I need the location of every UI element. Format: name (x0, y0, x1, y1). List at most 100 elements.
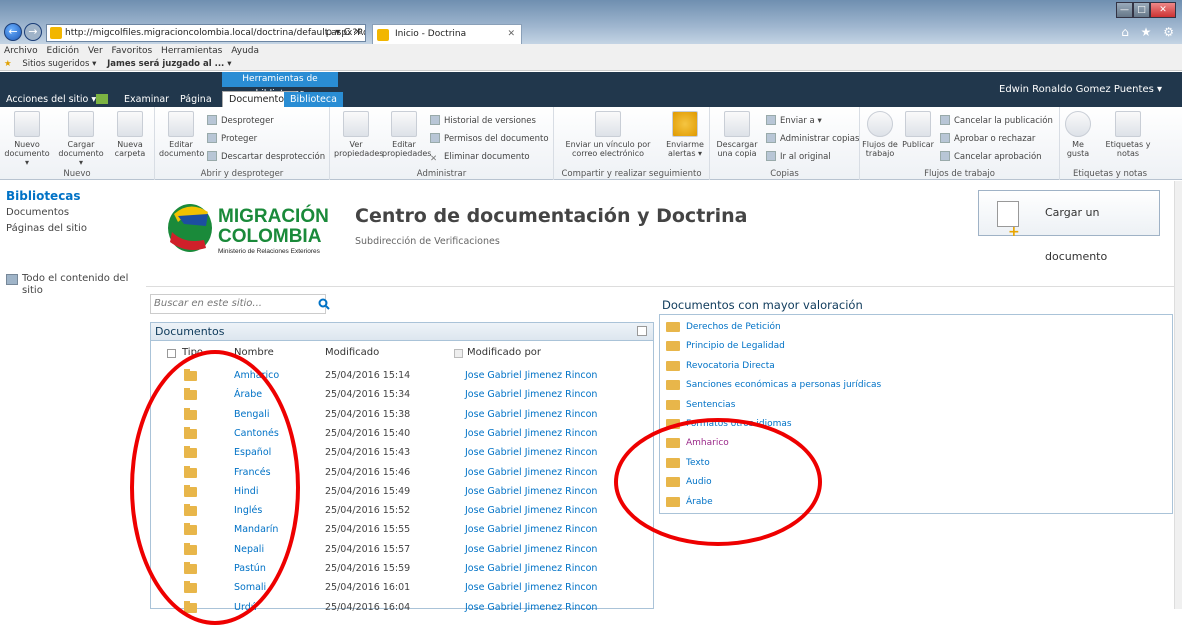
favorite-james[interactable]: James será juzgado al ... ▾ (107, 59, 231, 69)
tab-pagina[interactable]: Página (180, 92, 212, 107)
list-item[interactable]: Revocatoria Directa (666, 357, 775, 375)
menu-edicion[interactable]: Edición (47, 46, 80, 56)
col-tipo[interactable]: Tipo (182, 347, 203, 358)
row-modified-by[interactable]: Jose Gabriel Jimenez Rincon (465, 563, 597, 574)
nav-paginas-sitio[interactable]: Páginas del sitio (6, 223, 87, 234)
row-name[interactable]: Árabe (234, 389, 262, 400)
webpart-select-checkbox[interactable] (637, 326, 647, 336)
tab-close-icon[interactable]: ✕ (507, 25, 515, 44)
row-name[interactable]: Francés (234, 467, 271, 478)
historial-versiones-button[interactable]: Historial de versiones (430, 115, 536, 127)
tab-biblioteca[interactable]: Biblioteca (284, 92, 343, 107)
select-all-checkbox[interactable] (167, 349, 176, 358)
table-row[interactable]: Francés 25/04/2016 15:46 Jose Gabriel Jime… (151, 464, 653, 483)
forward-button[interactable]: → (24, 23, 42, 41)
table-row[interactable]: Mandarín 25/04/2016 15:55 Jose Gabriel Jim… (151, 521, 653, 540)
ir-original-button[interactable]: Ir al original (766, 151, 831, 163)
row-name[interactable]: Bengali (234, 409, 270, 420)
list-item[interactable]: Sentencias (666, 396, 735, 414)
row-name[interactable]: Urdú (234, 602, 257, 613)
maximize-button[interactable]: □ (1133, 2, 1150, 18)
list-item[interactable]: Texto (666, 454, 710, 472)
favorites-star-icon[interactable]: ★ (4, 59, 12, 69)
flujos-trabajo-button[interactable]: Flujos de trabajo (862, 111, 898, 158)
list-item[interactable]: Amharico (666, 434, 729, 452)
menu-ayuda[interactable]: Ayuda (231, 46, 259, 56)
menu-archivo[interactable]: Archivo (4, 46, 38, 56)
ver-propiedades-button[interactable]: Ver propiedades (334, 111, 383, 158)
row-modified-by[interactable]: Jose Gabriel Jimenez Rincon (465, 544, 597, 555)
cargar-documento-button[interactable]: Cargar documento ▾ (56, 111, 106, 167)
cancelar-publicacion-button[interactable]: Cancelar la publicación (940, 115, 1053, 127)
descargar-copia-button[interactable]: Descargar una copia (712, 111, 762, 158)
cancelar-aprobacion-button[interactable]: Cancelar aprobación (940, 151, 1042, 163)
close-button[interactable]: ✕ (1150, 2, 1176, 18)
table-row[interactable]: Inglés 25/04/2016 15:52 Jose Gabriel Jimen… (151, 502, 653, 521)
address-controls[interactable]: ρ ▾ C ✕ (326, 25, 362, 41)
row-name[interactable]: Somali (234, 582, 266, 593)
row-modified-by[interactable]: Jose Gabriel Jimenez Rincon (465, 370, 597, 381)
desproteger-button[interactable]: Desproteger (207, 115, 274, 127)
table-row[interactable]: Somali 25/04/2016 16:01 Jose Gabriel Jimen… (151, 579, 653, 598)
col-modificado[interactable]: Modificado (325, 347, 379, 358)
list-item[interactable]: Sanciones económicas a personas jurídica… (666, 376, 881, 394)
row-name[interactable]: Inglés (234, 505, 262, 516)
row-name[interactable]: Amharico (234, 370, 279, 381)
search-input[interactable]: Buscar en este sitio... (150, 294, 326, 314)
me-gusta-button[interactable]: Me gusta (1060, 111, 1096, 158)
row-modified-by[interactable]: Jose Gabriel Jimenez Rincon (465, 602, 597, 613)
row-modified-by[interactable]: Jose Gabriel Jimenez Rincon (465, 505, 597, 516)
search-icon[interactable] (318, 298, 330, 310)
cargar-documento-button-main[interactable]: Cargar un documento (978, 190, 1160, 263)
proteger-button[interactable]: Proteger (207, 133, 257, 145)
table-row[interactable]: Bengali 25/04/2016 15:38 Jose Gabriel Jime… (151, 406, 653, 425)
favorite-sitios-sugeridos[interactable]: Sitios sugeridos ▾ (22, 59, 96, 69)
row-modified-by[interactable]: Jose Gabriel Jimenez Rincon (465, 409, 597, 420)
editar-propiedades-button[interactable]: Editar propiedades (382, 111, 431, 158)
row-name[interactable]: Hindi (234, 486, 258, 497)
page-scrollbar[interactable] (1174, 181, 1182, 609)
enviar-vinculo-button[interactable]: Enviar un vínculo por correo electrónico (556, 111, 660, 158)
list-item[interactable]: Árabe (666, 493, 713, 511)
table-row[interactable]: Amharico 25/04/2016 15:14 Jose Gabriel Jim… (151, 367, 653, 386)
nueva-carpeta-button[interactable]: Nueva carpeta (110, 111, 150, 158)
minimize-button[interactable]: — (1116, 2, 1133, 18)
administrar-copias-button[interactable]: Administrar copias (766, 133, 859, 145)
permisos-documento-button[interactable]: Permisos del documento (430, 133, 549, 145)
row-modified-by[interactable]: Jose Gabriel Jimenez Rincon (465, 582, 597, 593)
list-item[interactable]: Audio (666, 473, 712, 491)
menu-favoritos[interactable]: Favoritos (112, 46, 153, 56)
row-modified-by[interactable]: Jose Gabriel Jimenez Rincon (465, 447, 597, 458)
table-row[interactable]: Árabe 25/04/2016 15:34 Jose Gabriel Jimene… (151, 386, 653, 405)
navigate-up-icon[interactable] (96, 94, 108, 104)
nav-documentos[interactable]: Documentos (6, 207, 69, 218)
descartar-desproteccion-button[interactable]: Descartar desprotección (207, 151, 325, 163)
row-name[interactable]: Pastún (234, 563, 266, 574)
back-button[interactable]: ← (4, 23, 22, 41)
row-name[interactable]: Cantonés (234, 428, 279, 439)
list-item[interactable]: Principio de Legalidad (666, 337, 785, 355)
col-modificado-por[interactable]: Modificado por (467, 347, 541, 358)
publicar-button[interactable]: Publicar (900, 111, 936, 149)
table-row[interactable]: Nepali 25/04/2016 15:57 Jose Gabriel Jimen… (151, 541, 653, 560)
browser-tab[interactable]: Inicio - Doctrina ✕ (372, 24, 522, 44)
row-name[interactable]: Mandarín (234, 524, 278, 535)
enviarme-alertas-button[interactable]: Enviarme alertas ▾ (662, 111, 708, 158)
nav-todo-contenido[interactable]: Todo el contenido del sitio (6, 273, 132, 297)
aprobar-rechazar-button[interactable]: Aprobar o rechazar (940, 133, 1035, 145)
menu-herramientas[interactable]: Herramientas (161, 46, 222, 56)
user-menu[interactable]: Edwin Ronaldo Gomez Puentes ▾ (999, 84, 1162, 95)
row-modified-by[interactable]: Jose Gabriel Jimenez Rincon (465, 486, 597, 497)
menu-ver[interactable]: Ver (88, 46, 103, 56)
nuevo-documento-button[interactable]: Nuevo documento ▾ (2, 111, 52, 167)
col-nombre[interactable]: Nombre (234, 347, 274, 358)
list-item[interactable]: Derechos de Petición (666, 318, 781, 336)
row-modified-by[interactable]: Jose Gabriel Jimenez Rincon (465, 389, 597, 400)
table-row[interactable]: Urdú 25/04/2016 16:04 Jose Gabriel Jimenez… (151, 599, 653, 618)
tab-examinar[interactable]: Examinar (124, 92, 169, 107)
address-bar[interactable]: http://migcolfiles.migracioncolombia.loc… (46, 24, 366, 42)
etiquetas-notas-button[interactable]: Etiquetas y notas (1100, 111, 1156, 158)
documents-title[interactable]: Documentos (155, 325, 224, 338)
enviar-a-button[interactable]: Enviar a ▾ (766, 115, 822, 127)
tab-acciones-del-sitio[interactable]: Acciones del sitio ▾ (6, 92, 96, 107)
